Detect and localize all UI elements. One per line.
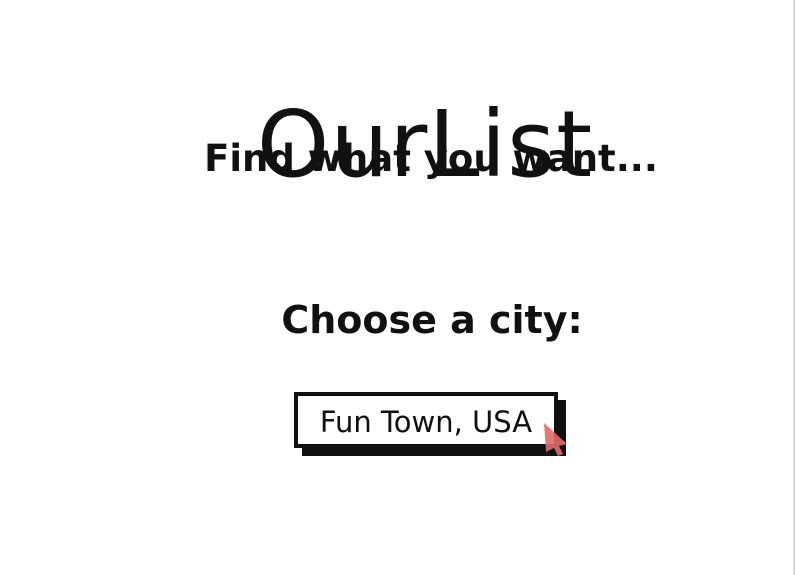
pointer-cursor-icon <box>544 423 567 456</box>
page: OurList Find what you want... Choose a c… <box>0 0 795 575</box>
tagline: Find what you want... <box>204 137 658 180</box>
city-select-button[interactable]: Fun Town, USA <box>294 392 558 448</box>
city-prompt: Choose a city: <box>281 298 583 342</box>
city-select-label: Fun Town, USA <box>319 405 533 439</box>
